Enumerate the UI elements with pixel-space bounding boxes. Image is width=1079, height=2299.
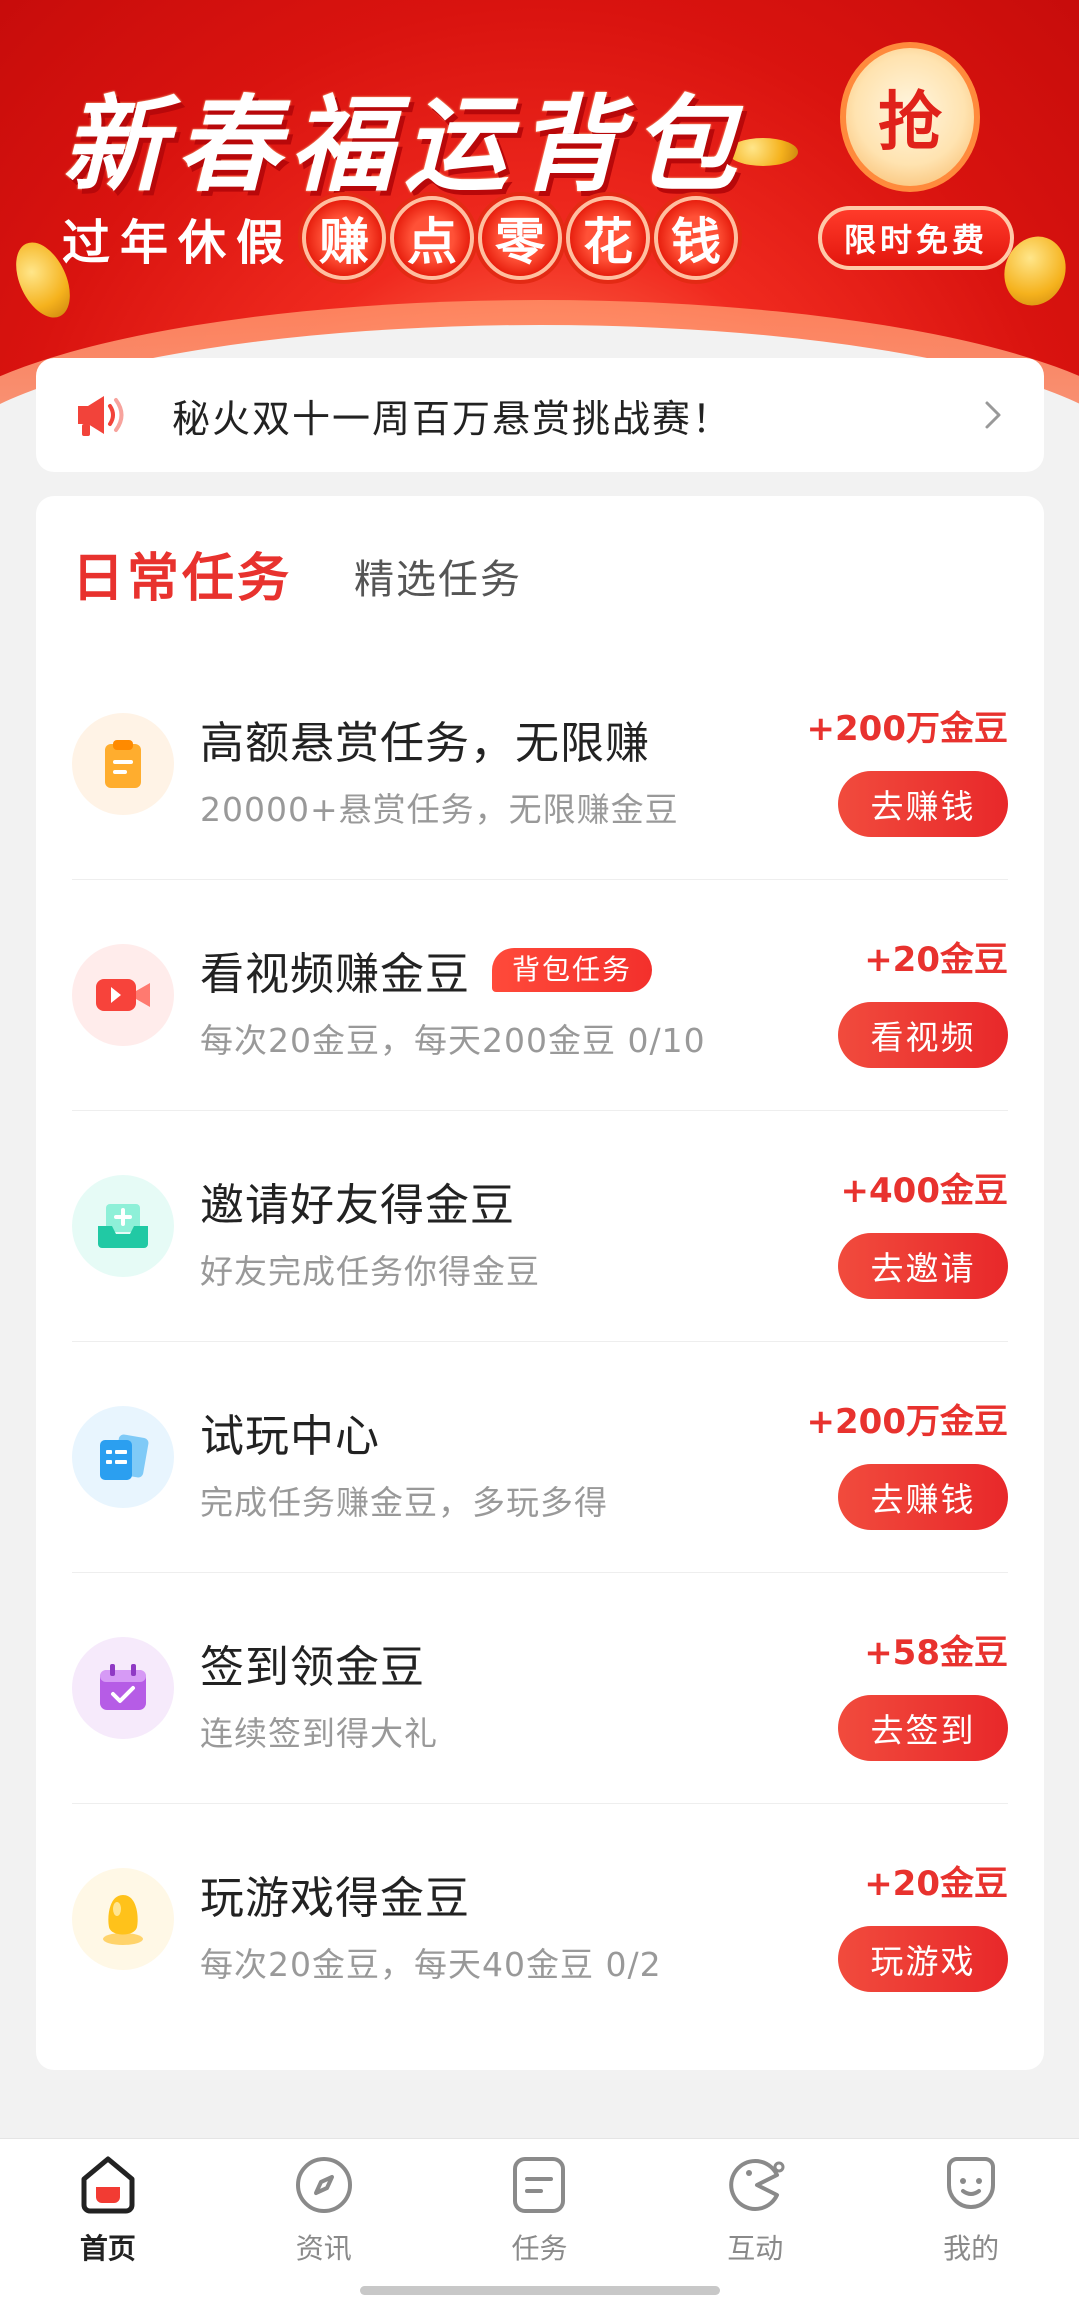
task-icon-circle [72, 1868, 174, 1970]
task-reward: +20金豆 [864, 1864, 1008, 1904]
task-icon-circle [72, 1637, 174, 1739]
task-description: 好友完成任务你得金豆 [200, 1252, 540, 1291]
invite-button[interactable]: 去邀请 [838, 1233, 1008, 1299]
task-icon-circle [72, 713, 174, 815]
task-reward: +400金豆 [840, 1171, 1008, 1211]
video-camera-icon [96, 979, 150, 1011]
task-title: 试玩中心 [200, 1400, 380, 1464]
task-title-text: 邀请好友得金豆 [200, 1180, 515, 1231]
nav-label: 资讯 [295, 2232, 352, 2265]
task-description: 完成任务赚金豆，多玩多得 [200, 1483, 608, 1522]
task-icon-circle [72, 1406, 174, 1508]
tab-featured-tasks[interactable]: 精选任务 [354, 547, 522, 611]
profile-icon [947, 2157, 996, 2210]
nav-label: 首页 [79, 2232, 136, 2265]
home-icon [81, 2156, 135, 2214]
task-description: 20000+悬赏任务，无限赚金豆 [200, 790, 679, 829]
task-title: 玩游戏得金豆 [200, 1862, 470, 1926]
task-row[interactable]: 玩游戏得金豆 每次20金豆，每天40金豆 0/2 +20金豆 玩游戏 [72, 1804, 1008, 2035]
task-title-text: 签到领金豆 [200, 1642, 425, 1693]
task-row[interactable]: 签到领金豆 连续签到得大礼 +58金豆 去签到 [72, 1573, 1008, 1804]
subtitle-bubble: 零 [478, 196, 563, 280]
chevron-right-icon [985, 401, 1001, 429]
nav-item-news[interactable]: 资讯 [216, 2139, 432, 2299]
task-reward: +200万金豆 [806, 709, 1008, 749]
sign-in-button[interactable]: 去签到 [838, 1695, 1008, 1761]
limited-free-badge: 限时免费 [818, 206, 1014, 270]
banner-subtitle-plain: 过年休假 [62, 215, 295, 271]
megaphone-icon [78, 396, 124, 436]
cards-icon [100, 1434, 149, 1480]
clipboard-icon [105, 740, 141, 788]
app-root: 新春福运背包 过年休假 赚 点 零 花 钱 抢 限时免费 秘火双十一周百万悬赏挑… [0, 0, 1079, 2299]
task-row[interactable]: 看视频赚金豆 背包任务 每次20金豆，每天200金豆 0/10 +20金豆 看视… [72, 880, 1008, 1111]
banner-subtitle-bubbles: 赚 点 零 花 钱 [302, 196, 739, 280]
task-icon-circle [72, 1175, 174, 1277]
task-description: 每次20金豆，每天40金豆 0/2 [200, 1945, 662, 1984]
bottom-nav: 首页 资讯 任务 互动 我的 [0, 2138, 1079, 2299]
nav-item-home[interactable]: 首页 [0, 2139, 216, 2299]
subtitle-bubble: 点 [390, 196, 475, 280]
task-reward: +58金豆 [864, 1633, 1008, 1673]
banner-subtitle: 过年休假 赚 点 零 花 钱 [62, 196, 739, 280]
task-reward: +200万金豆 [806, 1402, 1008, 1442]
earn-money-button[interactable]: 去赚钱 [838, 1464, 1008, 1530]
compass-icon [295, 2157, 352, 2213]
grab-button[interactable]: 抢 [840, 42, 980, 192]
notice-bar[interactable]: 秘火双十一周百万悬赏挑战赛！ [36, 358, 1044, 472]
task-row[interactable]: 试玩中心 完成任务赚金豆，多玩多得 +200万金豆 去赚钱 [72, 1342, 1008, 1573]
earn-money-button[interactable]: 去赚钱 [838, 771, 1008, 837]
task-description: 每次20金豆，每天200金豆 0/10 [200, 1021, 706, 1060]
task-title-text: 看视频赚金豆 [200, 949, 470, 1000]
task-title-text: 玩游戏得金豆 [200, 1873, 470, 1924]
nav-label: 互动 [727, 2232, 784, 2265]
task-title: 看视频赚金豆 背包任务 [200, 938, 653, 1002]
task-row[interactable]: 邀请好友得金豆 好友完成任务你得金豆 +400金豆 去邀请 [72, 1111, 1008, 1342]
play-game-button[interactable]: 玩游戏 [838, 1926, 1008, 1992]
nav-item-interact[interactable]: 互动 [647, 2139, 863, 2299]
task-description: 连续签到得大礼 [200, 1714, 438, 1753]
task-title-text: 试玩中心 [200, 1411, 380, 1462]
task-tabs: 日常任务 精选任务 [72, 536, 522, 611]
backpack-task-badge: 背包任务 [492, 948, 653, 992]
nav-item-tasks[interactable]: 任务 [432, 2139, 648, 2299]
task-icon [513, 2157, 566, 2213]
egg-icon [103, 1895, 143, 1945]
task-reward: +20金豆 [864, 940, 1008, 980]
invite-inbox-icon [98, 1204, 148, 1248]
task-row[interactable]: 高额悬赏任务，无限赚 20000+悬赏任务，无限赚金豆 +200万金豆 去赚钱 [72, 649, 1008, 880]
task-title: 签到领金豆 [200, 1631, 425, 1695]
interact-icon [729, 2159, 785, 2211]
subtitle-bubble: 赚 [302, 196, 387, 280]
nav-item-profile[interactable]: 我的 [863, 2139, 1079, 2299]
calendar-check-icon [100, 1664, 146, 1710]
task-card: 日常任务 精选任务 高额悬赏任务，无限赚 20000+悬赏任务，无限赚金豆 +2… [36, 496, 1044, 2070]
task-icon-circle [72, 944, 174, 1046]
subtitle-bubble: 钱 [654, 196, 739, 280]
task-title: 高额悬赏任务，无限赚 [200, 707, 650, 771]
tab-daily-tasks[interactable]: 日常任务 [72, 536, 292, 611]
task-title-text: 高额悬赏任务，无限赚 [200, 718, 650, 769]
watch-video-button[interactable]: 看视频 [838, 1002, 1008, 1068]
task-title: 邀请好友得金豆 [200, 1169, 515, 1233]
subtitle-bubble: 花 [566, 196, 651, 280]
home-indicator[interactable] [360, 2286, 720, 2295]
banner-title: 新春福运背包 [62, 84, 747, 206]
nav-label: 我的 [943, 2232, 1000, 2265]
notice-text: 秘火双十一周百万悬赏挑战赛！ [172, 396, 733, 441]
nav-label: 任务 [511, 2232, 568, 2265]
